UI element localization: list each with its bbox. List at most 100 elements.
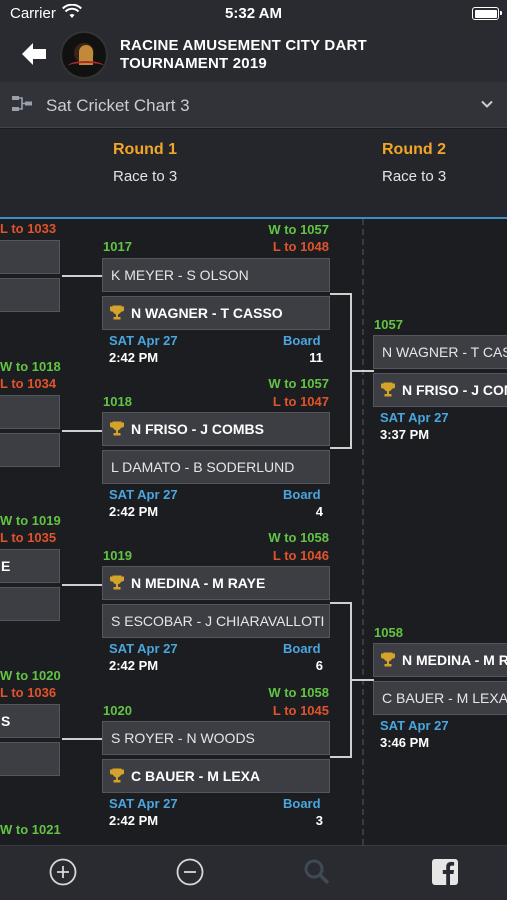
team-name: N FRISO - J COMBS [131, 421, 265, 437]
team-name: S ESCOBAR - J CHIARAVALLOTI [111, 613, 325, 629]
search-icon[interactable] [302, 857, 332, 887]
page-title: RACINE AMUSEMENT CITY DART TOURNAMENT 20… [120, 37, 500, 73]
board-label: Board [283, 641, 321, 656]
round-2-header: Round 2 Race to 3 [382, 141, 446, 185]
match-id: 1017 [103, 239, 132, 254]
round-1-header: Round 1 Race to 3 [113, 141, 177, 185]
trophy-icon [110, 575, 124, 590]
team-name: S ROYER - N WOODS [111, 730, 255, 746]
left-team-box[interactable]: S [0, 704, 60, 738]
match-date: SAT Apr 27 [380, 410, 449, 425]
trophy-icon [381, 382, 395, 397]
match-id: 1019 [103, 548, 132, 563]
status-bar: Carrier 5:32 AM [0, 0, 507, 28]
match-date: SAT Apr 27 [109, 796, 178, 811]
match-team-box[interactable]: C BAUER - M LEXA [373, 681, 507, 715]
left-team-box[interactable] [0, 395, 60, 429]
connector [330, 756, 352, 758]
match-team-box-winner[interactable]: N MEDINA - M RAYE [373, 643, 507, 677]
left-dest-label: L to 1036 [0, 685, 57, 700]
match-time: 2:42 PM [109, 658, 159, 673]
trophy-icon [110, 421, 124, 436]
connector [350, 370, 374, 372]
left-dest-label: W to 1020 [0, 668, 61, 683]
winner-destination: W to 1058 [268, 530, 329, 545]
match-date: SAT Apr 27 [380, 718, 449, 733]
round-divider [362, 219, 364, 845]
match-time: 2:42 PM [109, 813, 159, 828]
left-team-box[interactable] [0, 587, 60, 621]
left-team-box[interactable]: E [0, 549, 60, 583]
left-team-name: E [1, 558, 11, 574]
match-id: 1058 [374, 625, 403, 640]
team-name: C BAUER - M LEXA [131, 768, 261, 784]
match-team-box-winner[interactable]: C BAUER - M LEXA [102, 759, 330, 793]
round-2-race: Race to 3 [382, 168, 447, 185]
trophy-icon [110, 768, 124, 783]
left-dest-label: W to 1018 [0, 359, 61, 374]
round-header-bar: Round 1 Race to 3 Round 2 Race to 3 [0, 129, 507, 219]
left-team-box[interactable] [0, 278, 60, 312]
zoom-in-icon[interactable] [48, 857, 78, 887]
round-1-name: Round 1 [113, 141, 177, 158]
team-name: N MEDINA - M RAYE [402, 652, 507, 668]
match-team-box[interactable]: K MEYER - S OLSON [102, 258, 330, 292]
connector [350, 679, 374, 681]
trophy-icon [110, 305, 124, 320]
team-name: N FRISO - J COMBS [402, 382, 507, 398]
match-id: 1020 [103, 703, 132, 718]
battery-icon [472, 7, 502, 20]
title-line-2: TOURNAMENT 2019 [120, 55, 267, 72]
left-team-box[interactable] [0, 742, 60, 776]
left-team-box[interactable] [0, 240, 60, 274]
match-team-box-winner[interactable]: N FRISO - J COMBS [373, 373, 507, 407]
zoom-out-icon[interactable] [175, 857, 205, 887]
winner-destination: W to 1057 [268, 376, 329, 391]
left-dest-label: L to 1035 [0, 530, 57, 545]
match-date: SAT Apr 27 [109, 641, 178, 656]
match-id: 1018 [103, 394, 132, 409]
board-number: 11 [309, 350, 323, 365]
match-date: SAT Apr 27 [109, 487, 178, 502]
match-time: 2:42 PM [109, 350, 159, 365]
team-name: K MEYER - S OLSON [111, 267, 249, 283]
left-team-box[interactable] [0, 433, 60, 467]
match-team-box[interactable]: L DAMATO - B SODERLUND [102, 450, 330, 484]
chart-selector[interactable]: Sat Cricket Chart 3 [0, 82, 507, 128]
round-1-race: Race to 3 [113, 168, 178, 185]
match-team-box-winner[interactable]: N WAGNER - T CASSO [102, 296, 330, 330]
board-number: 4 [315, 504, 323, 519]
match-time: 3:46 PM [380, 735, 430, 750]
connector [330, 602, 352, 604]
left-dest-label: W to 1019 [0, 513, 61, 528]
loser-destination: L to 1048 [272, 239, 329, 254]
match-team-box[interactable]: S ROYER - N WOODS [102, 721, 330, 755]
match-team-box[interactable]: N WAGNER - T CASSO [373, 335, 507, 369]
facebook-icon[interactable] [430, 857, 460, 887]
bracket-area[interactable]: L to 1033 W to 1018 L to 1034 W to 1019 … [0, 219, 507, 845]
round-2-name: Round 2 [382, 141, 446, 158]
board-label: Board [283, 487, 321, 502]
clock: 5:32 AM [225, 5, 282, 22]
match-team-box-winner[interactable]: N MEDINA - M RAYE [102, 566, 330, 600]
app-header: RACINE AMUSEMENT CITY DART TOURNAMENT 20… [0, 28, 507, 82]
match-date: SAT Apr 27 [109, 333, 178, 348]
team-name: N MEDINA - M RAYE [131, 575, 266, 591]
match-team-box-winner[interactable]: N FRISO - J COMBS [102, 412, 330, 446]
back-arrow-icon[interactable] [18, 38, 50, 70]
selected-chart-label: Sat Cricket Chart 3 [46, 96, 190, 115]
board-number: 6 [315, 658, 323, 673]
board-label: Board [283, 333, 321, 348]
connector [62, 430, 102, 432]
connector [62, 584, 102, 586]
connector [330, 293, 352, 295]
team-name: N WAGNER - T CASSO [382, 344, 507, 360]
bottom-toolbar [0, 845, 507, 900]
loser-destination: L to 1047 [272, 394, 329, 409]
team-name: C BAUER - M LEXA [382, 690, 507, 706]
winner-destination: W to 1057 [268, 222, 329, 237]
chevron-down-icon [481, 100, 493, 108]
loser-destination: L to 1045 [272, 703, 329, 718]
match-team-box[interactable]: S ESCOBAR - J CHIARAVALLOTI [102, 604, 330, 638]
left-dest-label: L to 1033 [0, 221, 57, 236]
